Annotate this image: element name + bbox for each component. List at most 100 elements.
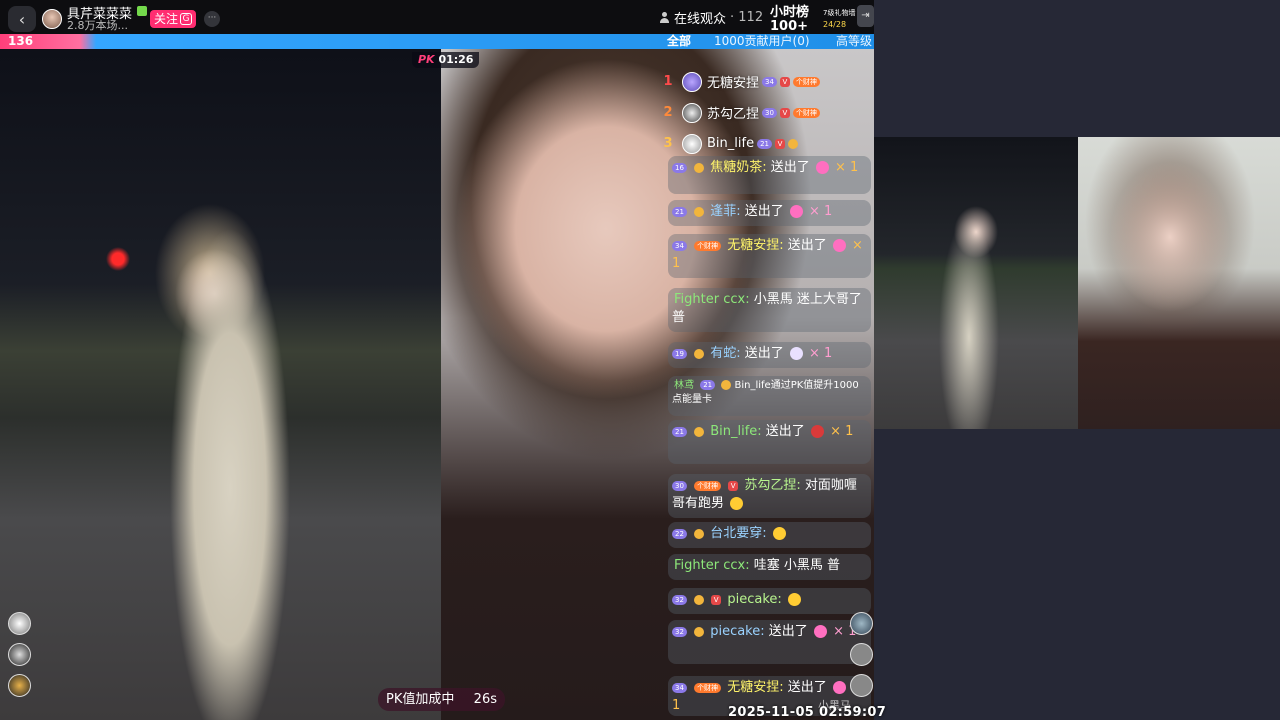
chat-message[interactable]: 21 Bin_life: 送出了 × 1 bbox=[668, 420, 871, 464]
chat-text: 送出了 bbox=[768, 624, 808, 639]
medal-icon bbox=[694, 206, 705, 217]
chat-message[interactable]: Fighter ccx: 哇塞 小黑馬 普 bbox=[668, 554, 871, 580]
level-badge: 34 bbox=[672, 240, 687, 251]
follow-button[interactable]: 关注 G bbox=[150, 10, 197, 28]
audience-avatar[interactable] bbox=[8, 612, 31, 635]
chat-text: 哇塞 小黑馬 普 bbox=[753, 558, 840, 573]
host-avatar[interactable] bbox=[42, 9, 62, 29]
chat-text: 送出了 bbox=[787, 238, 827, 253]
emoji-icon bbox=[787, 593, 801, 606]
emoji-icon bbox=[772, 527, 786, 540]
medal-icon bbox=[694, 426, 705, 437]
online-viewers[interactable]: 在线观众 · 112 bbox=[659, 8, 763, 27]
fortune-badge-icon: 个财神 bbox=[694, 682, 722, 693]
chat-suffix: × 1 bbox=[835, 160, 859, 175]
opponent-audience-avatar[interactable] bbox=[850, 674, 873, 697]
chat-message[interactable]: 32 V piecake: bbox=[668, 588, 871, 614]
chat-user: 有蛇: bbox=[710, 346, 741, 361]
gift-icon bbox=[789, 347, 803, 360]
pip-left-video[interactable] bbox=[874, 137, 1078, 429]
level-badge: 34 bbox=[672, 682, 687, 693]
chat-suffix: × 1 bbox=[809, 346, 833, 361]
chat-message[interactable]: 22 台北要穿: bbox=[668, 522, 871, 548]
tab-contributors[interactable]: 1000贡献用户(0) bbox=[714, 34, 810, 49]
rank-name: 苏勾乙捏 bbox=[707, 107, 760, 122]
viewers-label: 在线观众 bbox=[674, 12, 727, 27]
top-bar: ‹ 具芹菜菜菜 2.8万本场... 关注 G ··· 在线观众 · 112 小时… bbox=[0, 0, 874, 34]
fortune-badge: 个财神 bbox=[792, 107, 820, 118]
chat-user: Fighter ccx: bbox=[674, 558, 750, 573]
level-badge: 30 bbox=[762, 107, 777, 118]
chat-user: Fighter ccx: bbox=[674, 292, 750, 307]
gift-icon bbox=[832, 239, 846, 252]
gift-goal[interactable]: 7级礼物墙 24/28 bbox=[823, 8, 855, 30]
chat-suffix: × 1 bbox=[830, 424, 854, 439]
medal-icon bbox=[694, 348, 705, 359]
chat-message[interactable]: 19 有蛇: 送出了 × 1 bbox=[668, 342, 871, 368]
chat-user: piecake: bbox=[710, 624, 765, 639]
pk-score-bar: 136 全部 1000贡献用户(0) 高等级 bbox=[0, 34, 874, 49]
fortune-badge-icon: 个财神 bbox=[694, 240, 722, 251]
level-badge: 21 bbox=[757, 138, 772, 149]
pk-mark: PK bbox=[418, 53, 435, 66]
pk-timer: PK 01:26 bbox=[412, 52, 480, 68]
hourly-rank-value: 100+ bbox=[770, 19, 809, 34]
rank-number: 2 bbox=[663, 105, 673, 120]
back-button[interactable]: ‹ bbox=[8, 6, 36, 32]
level-badge: 19 bbox=[672, 348, 687, 359]
medal-icon bbox=[788, 138, 798, 149]
chat-message[interactable]: 林鸢 21 Bin_life通过PK值提升1000点能量卡 bbox=[668, 376, 871, 416]
gift-goal-label: 7级礼物墙 bbox=[823, 9, 856, 17]
tab-all[interactable]: 全部 bbox=[667, 34, 691, 49]
verified-badge-icon bbox=[137, 6, 147, 16]
medal-icon bbox=[694, 528, 705, 539]
rank-row[interactable]: 3 Bin_life 21 V bbox=[658, 128, 868, 159]
person-icon bbox=[659, 12, 670, 23]
pk-boost-indicator: PK值加成中 26s bbox=[378, 688, 505, 711]
vip-badge-icon: V bbox=[779, 107, 790, 118]
chat-message[interactable]: 30 个财神 V 苏勾乙捏: 对面咖喱哥有跑男 bbox=[668, 474, 871, 518]
chat-user: 逢菲: bbox=[710, 204, 741, 219]
chevron-left-icon: ‹ bbox=[18, 9, 26, 29]
chat-user: piecake: bbox=[727, 592, 782, 607]
fortune-badge: 个财神 bbox=[792, 76, 820, 87]
chat-message[interactable]: 32 piecake: 送出了 × 1 bbox=[668, 620, 871, 664]
chat-user: 苏勾乙捏: bbox=[744, 478, 801, 493]
live-room: ‹ 具芹菜菜菜 2.8万本场... 关注 G ··· 在线观众 · 112 小时… bbox=[0, 0, 1280, 720]
chat-text: 送出了 bbox=[744, 346, 784, 361]
chat-user: 焦糖奶茶: bbox=[710, 160, 767, 175]
vip-badge-icon: V bbox=[775, 138, 785, 149]
rank-row[interactable]: 1 无糖安捏 34 V 个财神 bbox=[658, 66, 868, 97]
rank-row[interactable]: 2 苏勾乙捏 30 V 个财神 bbox=[658, 97, 868, 128]
audience-avatar[interactable] bbox=[8, 643, 31, 666]
medal-icon bbox=[694, 162, 705, 173]
chat-message[interactable]: 21 逢菲: 送出了 × 1 bbox=[668, 200, 871, 226]
opponent-audience-avatar[interactable] bbox=[850, 612, 873, 635]
level-badge: 32 bbox=[672, 594, 687, 605]
more-button[interactable]: ··· bbox=[204, 11, 220, 27]
pk-left-score: 136 bbox=[8, 34, 34, 48]
hourly-rank[interactable]: 小时榜 100+ bbox=[770, 6, 809, 34]
contribution-ranking: 1 无糖安捏 34 V 个财神 2 苏勾乙捏 30 V 个财神 3 Bin_li… bbox=[658, 66, 868, 159]
left-stream-video[interactable] bbox=[0, 49, 441, 720]
level-badge: 34 bbox=[762, 76, 777, 87]
chat-message[interactable]: Fighter ccx: 小黑馬 迷上大哥了 普 bbox=[668, 288, 871, 332]
follow-label: 关注 bbox=[154, 12, 179, 26]
chat-message[interactable]: 34 个财神 无糖安捏: 送出了 × 1 bbox=[668, 234, 871, 278]
gift-icon bbox=[813, 625, 827, 638]
level-badge: 21 bbox=[700, 380, 716, 390]
rank-name: Bin_life bbox=[707, 136, 755, 151]
vip-badge-icon: V bbox=[711, 594, 722, 605]
pk-boost-seconds: 26s bbox=[473, 692, 497, 707]
exit-icon[interactable]: ⇥ bbox=[857, 5, 874, 27]
gift-icon bbox=[810, 425, 824, 438]
pk-boost-label: PK值加成中 bbox=[386, 692, 455, 707]
opponent-audience-avatar[interactable] bbox=[850, 643, 873, 666]
audience-avatar[interactable] bbox=[8, 674, 31, 697]
level-badge: 21 bbox=[672, 206, 687, 217]
chat-user: 林鸢 bbox=[674, 380, 694, 391]
rank-name: 无糖安捏 bbox=[707, 76, 760, 91]
chat-message[interactable]: 16 焦糖奶茶: 送出了 × 1 bbox=[668, 156, 871, 194]
tab-high-level[interactable]: 高等级 bbox=[836, 34, 872, 49]
pip-right-video[interactable] bbox=[1078, 137, 1280, 429]
